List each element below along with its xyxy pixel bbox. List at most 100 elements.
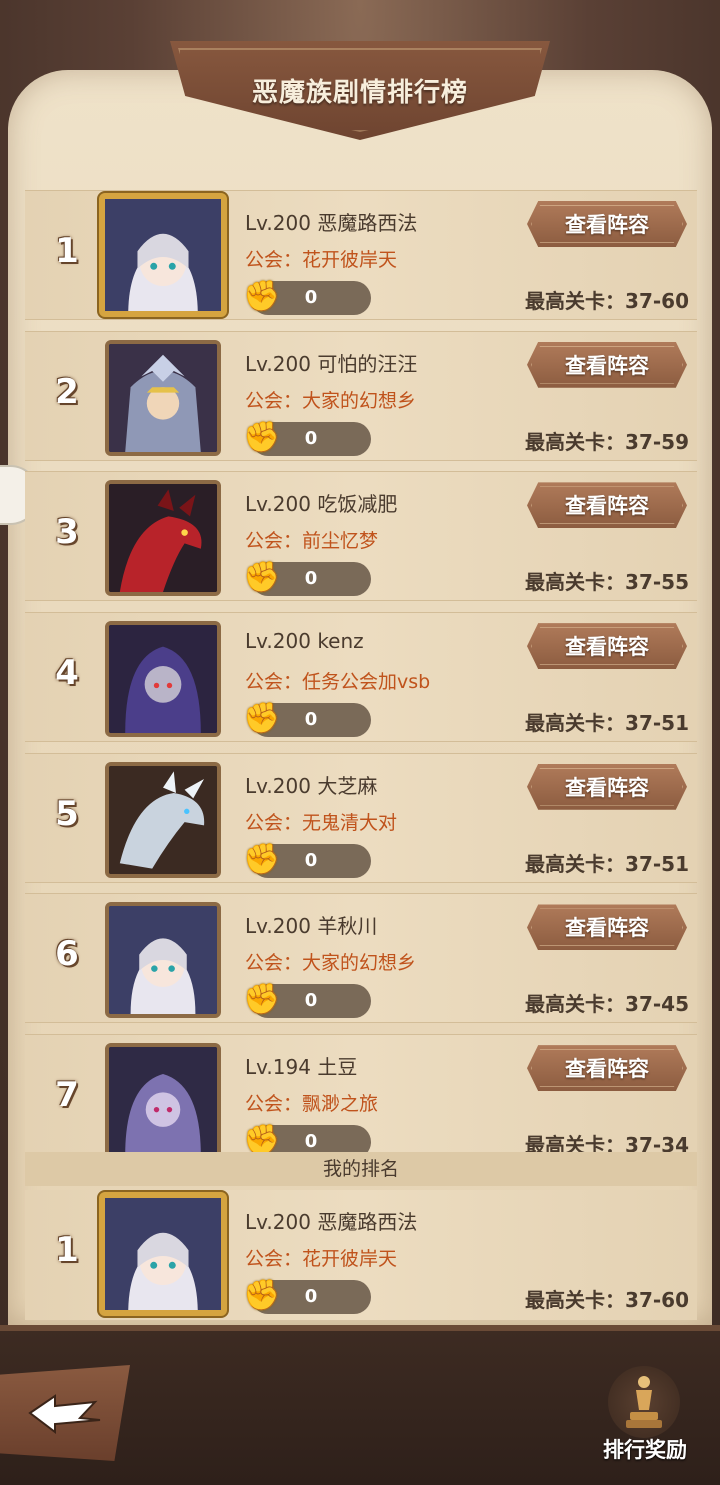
guild-label: 公会： [245, 389, 303, 412]
ranking-list[interactable]: 1 Lv.200 恶魔路西法 公会：花开彼岸天 0 ✊ 查看阵容 最高关卡：37… [25, 190, 697, 1155]
guild-name: 任务公会加vsb [302, 671, 431, 694]
like-fist-icon[interactable]: ✊ [243, 558, 280, 598]
stage-value: 37-45 [625, 992, 689, 1017]
max-stage: 最高关卡：37-45 [525, 988, 689, 1017]
view-lineup-label: 查看阵容 [565, 494, 649, 519]
view-lineup-label: 查看阵容 [565, 353, 649, 378]
back-arrow-icon [28, 1394, 101, 1435]
dark-witch-portrait-icon [109, 625, 217, 734]
player-avatar[interactable] [99, 1192, 227, 1316]
rank-number: 1 [55, 231, 79, 271]
max-stage: 最高关卡：37-51 [525, 848, 689, 877]
player-name: Lv.200 可怕的汪汪 [245, 351, 418, 376]
guild-name: 花开彼岸天 [302, 249, 398, 271]
view-lineup-label: 查看阵容 [565, 635, 649, 660]
guild-line: 公会：大家的幻想乡 [245, 948, 416, 975]
my-rank-header: 我的排名 [25, 1152, 697, 1186]
stage-label: 最高关卡： [525, 570, 626, 595]
stage-label: 最高关卡： [525, 429, 626, 454]
my-ranking-row: 1 Lv.200 恶魔路西法 公会：花开彼岸天 0 ✊ 最高关卡：37-60 [25, 1190, 697, 1320]
rank-number: 6 [55, 934, 79, 975]
guild-name: 大家的幻想乡 [302, 389, 417, 412]
ranking-row: 7 Lv.194 土豆 公会：飘渺之旅 0 ✊ 查看阵容 最高关卡：37-34 [25, 1034, 697, 1155]
silver-dragon-portrait-icon [109, 765, 217, 874]
guild-name: 花开彼岸天 [302, 1248, 398, 1270]
view-lineup-button[interactable]: 查看阵容 [527, 763, 687, 810]
guild-label: 公会： [245, 1093, 303, 1116]
like-fist-icon[interactable]: ✊ [243, 980, 280, 1020]
rank-number: 4 [55, 653, 79, 694]
like-fist-icon[interactable]: ✊ [243, 1121, 280, 1155]
hero-portrait-icon [105, 1198, 221, 1310]
player-name: Lv.200 恶魔路西法 [245, 211, 418, 235]
ranking-row: 3 Lv.200 吃饭减肥 公会：前尘忆梦 0 ✊ 查看阵容 最高关卡：37-5… [25, 471, 697, 602]
guild-label: 公会： [245, 671, 303, 694]
player-avatar[interactable] [99, 193, 227, 317]
guild-line: 公会：前尘忆梦 [245, 526, 378, 553]
guild-label: 公会： [245, 811, 303, 834]
view-lineup-button[interactable]: 查看阵容 [527, 482, 687, 529]
trophy-icon [608, 1366, 680, 1438]
player-avatar[interactable] [105, 1043, 221, 1155]
stage-label: 最高关卡： [525, 289, 626, 313]
ranking-row: 4 Lv.200 kenz 公会：任务公会加vsb 0 ✊ 查看阵容 最高关卡：… [25, 612, 697, 743]
guild-name: 飘渺之旅 [302, 1093, 379, 1116]
rank-reward-button[interactable]: 排行奖励 [590, 1360, 700, 1470]
rank-reward-label: 排行奖励 [603, 1438, 687, 1462]
like-fist-icon[interactable]: ✊ [243, 699, 280, 739]
rank-number: 1 [55, 1230, 79, 1270]
hero-portrait-icon [109, 906, 217, 1015]
guild-label: 公会： [245, 530, 303, 553]
ranking-row: 2 Lv.200 可怕的汪汪 公会：大家的幻想乡 0 ✊ 查看阵容 最高关卡：3… [25, 330, 697, 461]
guild-name: 前尘忆梦 [302, 530, 379, 553]
page-title: 恶魔族剧情排行榜 [251, 78, 468, 108]
stage-value: 37-60 [625, 289, 689, 313]
view-lineup-button[interactable]: 查看阵容 [527, 341, 687, 388]
player-name: Lv.200 羊秋川 [245, 914, 378, 939]
red-dragon-portrait-icon [109, 484, 217, 593]
stage-value: 37-51 [625, 851, 689, 876]
ranking-row: 5 Lv.200 大芝麻 公会：无鬼清大对 0 ✊ 查看阵容 最高关卡：37-5… [25, 752, 697, 883]
stage-label: 最高关卡： [525, 851, 626, 876]
like-fist-icon[interactable]: ✊ [243, 418, 280, 458]
player-avatar[interactable] [105, 902, 221, 1019]
armored-knight-portrait-icon [109, 343, 217, 452]
back-button[interactable] [0, 1365, 130, 1461]
view-lineup-label: 查看阵容 [565, 1057, 649, 1082]
player-avatar[interactable] [105, 480, 221, 597]
view-lineup-button[interactable]: 查看阵容 [527, 623, 687, 670]
player-avatar[interactable] [105, 339, 221, 456]
stage-label: 最高关卡： [525, 1288, 626, 1312]
guild-line: 公会：飘渺之旅 [245, 1089, 378, 1116]
stage-value: 37-51 [625, 711, 689, 736]
rank-number: 5 [55, 793, 79, 834]
view-lineup-label: 查看阵容 [565, 775, 649, 800]
guild-label: 公会： [245, 249, 303, 271]
guild-name: 大家的幻想乡 [302, 952, 417, 975]
rank-number: 7 [55, 1075, 79, 1116]
player-name: Lv.200 kenz [245, 629, 364, 654]
stage-label: 最高关卡： [525, 992, 626, 1017]
rank-number: 2 [55, 371, 79, 412]
ranking-row: 6 Lv.200 羊秋川 公会：大家的幻想乡 0 ✊ 查看阵容 最高关卡：37-… [25, 893, 697, 1024]
like-fist-icon[interactable]: ✊ [243, 277, 280, 317]
purple-demon-portrait-icon [109, 1047, 217, 1155]
player-avatar[interactable] [105, 621, 221, 738]
guild-line: 公会：大家的幻想乡 [245, 386, 416, 413]
guild-line: 公会：花开彼岸天 [245, 245, 397, 272]
max-stage: 最高关卡：37-51 [525, 707, 689, 736]
stage-value: 37-59 [625, 429, 689, 454]
stage-value: 37-55 [625, 570, 689, 595]
guild-label: 公会： [245, 1248, 303, 1270]
max-stage: 最高关卡：37-59 [525, 426, 689, 455]
view-lineup-label: 查看阵容 [565, 916, 649, 941]
like-fist-icon[interactable]: ✊ [243, 1276, 280, 1316]
max-stage: 最高关卡：37-60 [525, 285, 689, 314]
view-lineup-button[interactable]: 查看阵容 [527, 201, 687, 247]
like-fist-icon[interactable]: ✊ [243, 840, 280, 880]
view-lineup-button[interactable]: 查看阵容 [527, 1045, 687, 1092]
view-lineup-button[interactable]: 查看阵容 [527, 904, 687, 951]
hero-portrait-icon [105, 199, 221, 311]
guild-line: 公会：无鬼清大对 [245, 808, 397, 835]
player-avatar[interactable] [105, 761, 221, 878]
